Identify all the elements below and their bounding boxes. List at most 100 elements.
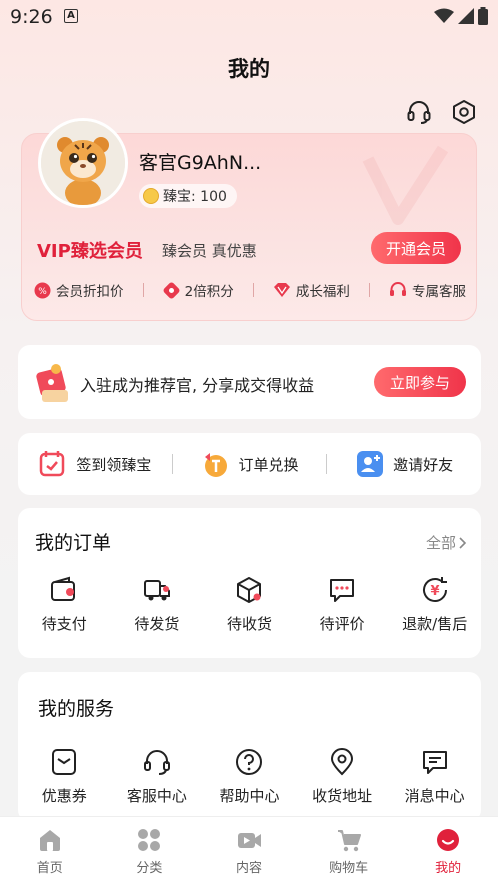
tab-category[interactable]: 分类: [100, 817, 200, 885]
headset-icon: [143, 750, 170, 775]
exchange-icon: [204, 453, 227, 477]
truck-icon: [143, 580, 170, 601]
service-label: 客服中心: [126, 787, 187, 805]
service-label: 帮助中心: [219, 787, 280, 805]
message-icon: [422, 751, 447, 774]
discount-icon: %: [34, 282, 51, 298]
comment-icon: [330, 579, 355, 602]
status-bar: 9:26 A: [0, 0, 498, 34]
tab-label: 我的: [435, 861, 462, 876]
service-customer-center[interactable]: 客服中心: [111, 747, 204, 806]
gift-card-icon: [36, 364, 68, 402]
perk-divider: [252, 283, 254, 297]
tab-content[interactable]: 内容: [199, 817, 299, 885]
refund-icon: ¥: [422, 577, 447, 602]
tab-cart[interactable]: 购物车: [299, 817, 399, 885]
order-refund[interactable]: ¥ 退款/售后: [388, 575, 481, 634]
perk-discount[interactable]: % 会员折扣价: [34, 280, 124, 300]
orders-all-link[interactable]: 全部: [426, 532, 467, 553]
quick-checkin[interactable]: 签到领臻宝: [18, 449, 172, 479]
perk-label: 2倍积分: [184, 284, 234, 300]
bottom-tab-bar: 首页 分类 内容 购物车 我的: [0, 816, 498, 885]
services-grid: 优惠券 客服中心 帮助中心 收货地址 消息中心: [18, 747, 481, 806]
order-pending-receipt[interactable]: 待收货: [203, 575, 296, 634]
profile-icon: [437, 829, 460, 851]
help-icon: [236, 749, 263, 775]
service-messages[interactable]: 消息中心: [388, 747, 481, 806]
service-label: 消息中心: [404, 787, 465, 805]
chevron-right-icon: [459, 536, 467, 549]
perk-service[interactable]: 专属客服: [389, 280, 466, 300]
perk-growth[interactable]: 成长福利: [273, 280, 350, 300]
order-label: 待收货: [226, 615, 272, 633]
status-time: 9:26: [10, 6, 53, 28]
tab-label: 首页: [36, 861, 63, 876]
page-title: 我的: [228, 57, 270, 81]
vip-subtitle: 臻会员 真优惠: [162, 242, 257, 260]
order-label: 退款/售后: [402, 615, 468, 633]
referral-text: 入驻成为推荐官, 分享成交得收益: [80, 376, 315, 395]
vip-title: VIP臻选会员: [37, 241, 143, 262]
perk-divider: [368, 283, 370, 297]
service-coupon[interactable]: 优惠券: [18, 747, 111, 806]
service-help-center[interactable]: 帮助中心: [203, 747, 296, 806]
tab-profile[interactable]: 我的: [398, 817, 498, 885]
quick-exchange[interactable]: 订单兑换: [173, 449, 327, 479]
username[interactable]: 客官G9AhN...: [139, 148, 261, 175]
perk-label: 专属客服: [411, 284, 466, 300]
vip-decoration-icon: [362, 145, 448, 225]
treasure-balance[interactable]: 臻宝: 100: [139, 184, 237, 208]
perk-label: 成长福利: [295, 284, 350, 300]
invite-icon: [357, 451, 384, 477]
coupon-icon: [52, 749, 77, 775]
wallet-icon: [51, 576, 76, 601]
order-pending-shipment[interactable]: 待发货: [111, 575, 204, 634]
tab-home[interactable]: 首页: [0, 817, 100, 885]
headset-icon: [389, 282, 406, 296]
tab-label: 购物车: [329, 861, 369, 876]
quick-label: 邀请好友: [393, 455, 454, 474]
tiger-avatar-icon: [41, 121, 125, 205]
orders-section: 我的订单 全部 待支付 待发货 待收货 待评价 ¥ 退款/售后: [18, 508, 481, 658]
order-label: 待发货: [134, 615, 180, 633]
service-address[interactable]: 收货地址: [296, 747, 389, 806]
svg-text:¥: ¥: [430, 584, 439, 599]
signal-icon: [458, 8, 474, 24]
perk-label: 会员折扣价: [56, 284, 124, 300]
perk-points[interactable]: 2倍积分: [163, 280, 234, 300]
join-now-button[interactable]: 立即参与: [374, 367, 466, 397]
avatar[interactable]: [38, 118, 128, 208]
quick-label: 订单兑换: [238, 455, 299, 474]
service-label: 收货地址: [312, 787, 373, 805]
calendar-icon: [40, 451, 65, 477]
services-section: 我的服务 优惠券 客服中心 帮助中心 收货地址 消息中心: [18, 672, 481, 822]
headset-icon[interactable]: [406, 99, 432, 125]
tab-label: 内容: [235, 861, 262, 876]
order-label: 待评价: [319, 615, 365, 633]
quick-actions: 签到领臻宝 订单兑换 邀请好友: [18, 433, 481, 495]
category-icon: [138, 829, 161, 851]
service-label: 优惠券: [41, 787, 87, 805]
vip-perks: % 会员折扣价 2倍积分 成长福利 专属客服: [34, 280, 466, 300]
services-title: 我的服务: [38, 698, 115, 720]
referral-banner[interactable]: 入驻成为推荐官, 分享成交得收益 立即参与: [18, 345, 481, 419]
orders-title: 我的订单: [35, 532, 112, 554]
home-icon: [39, 830, 60, 851]
tab-label: 分类: [136, 861, 163, 876]
package-icon: [237, 577, 262, 603]
treasure-label: 臻宝: 100: [163, 189, 227, 205]
diamond-icon: [273, 283, 290, 297]
notification-icon: A: [64, 9, 78, 23]
points-icon: [163, 282, 180, 298]
order-pending-review[interactable]: 待评价: [296, 575, 389, 634]
perk-divider: [142, 283, 144, 297]
quick-invite[interactable]: 邀请好友: [327, 449, 481, 479]
orders-grid: 待支付 待发货 待收货 待评价 ¥ 退款/售后: [18, 575, 481, 634]
order-pending-payment[interactable]: 待支付: [18, 575, 111, 634]
open-vip-button[interactable]: 开通会员: [371, 232, 461, 264]
orders-all-label: 全部: [425, 534, 456, 552]
battery-icon: [478, 7, 488, 25]
order-label: 待支付: [41, 615, 87, 633]
settings-icon[interactable]: [451, 99, 477, 125]
status-icons: [434, 7, 488, 25]
